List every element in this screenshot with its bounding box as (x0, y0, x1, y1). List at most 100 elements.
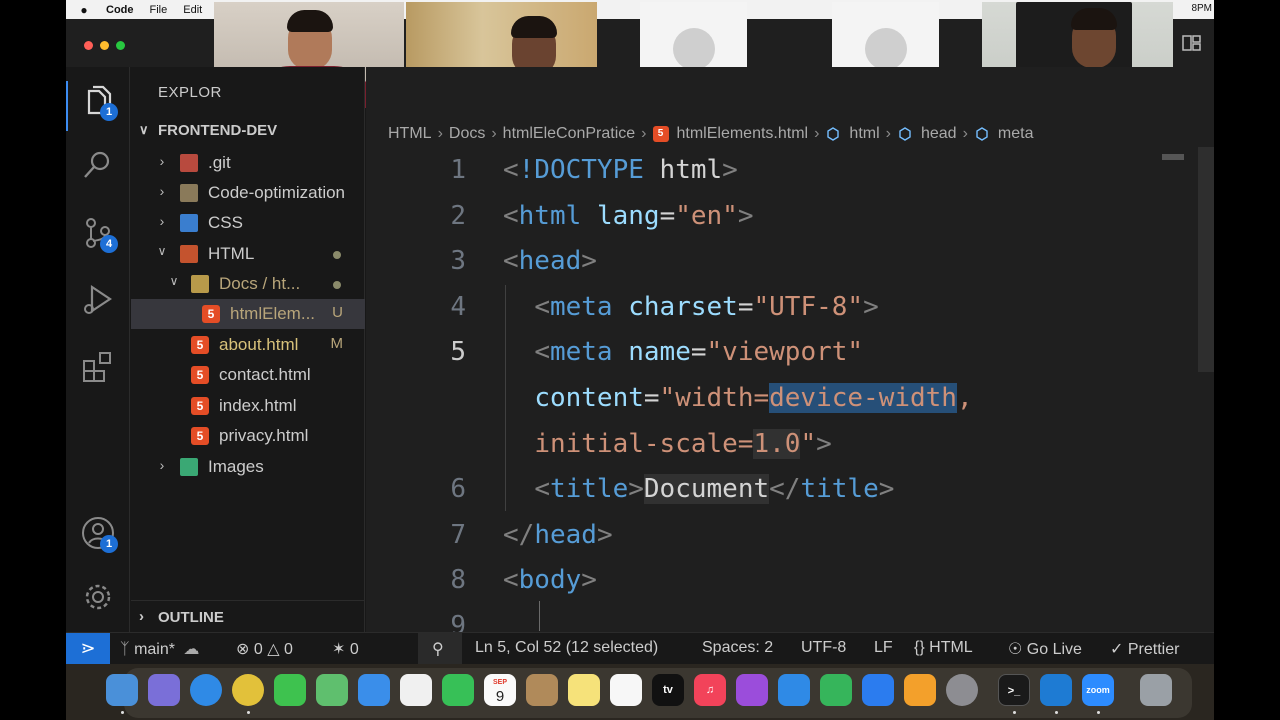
code-token: device-width (769, 383, 957, 413)
modified-dot-icon (333, 281, 341, 289)
vscode-icon[interactable] (1040, 674, 1072, 706)
notes-icon[interactable] (568, 674, 600, 706)
layout-icon[interactable] (1182, 34, 1202, 52)
terminal-icon[interactable]: >_ (998, 674, 1030, 706)
apple-tv-icon[interactable]: tv (652, 674, 684, 706)
breadcrumb-item[interactable]: htmlEleConPratice (503, 125, 636, 143)
problems-item[interactable]: ⊗ 0 △ 0 (236, 639, 293, 659)
vertical-scrollbar[interactable] (1198, 147, 1214, 372)
photos-icon[interactable] (400, 674, 432, 706)
zoom-app-icon[interactable]: zoom (1082, 674, 1114, 706)
contacts-icon[interactable] (526, 674, 558, 706)
code-text[interactable]: <!DOCTYPE html> (503, 147, 738, 193)
ports-item[interactable]: ✶ 0 (332, 639, 359, 659)
music-icon[interactable]: ♫ (694, 674, 726, 706)
breadcrumb-item[interactable]: Docs (449, 125, 485, 143)
code-editor[interactable]: HTML › Docs › htmlEleConPratice › 5 html… (366, 67, 1214, 641)
tree-item-images[interactable]: › Images (131, 452, 365, 482)
chrome-icon[interactable] (232, 674, 264, 706)
code-text[interactable]: </head> (503, 512, 613, 558)
app-store-icon[interactable] (862, 674, 894, 706)
code-line[interactable]: 1 <!DOCTYPE html> (366, 147, 1214, 193)
language-mode[interactable]: {} HTML (914, 639, 973, 657)
prettier-button[interactable]: ✓ Prettier (1110, 639, 1179, 659)
encoding-setting[interactable]: UTF-8 (801, 639, 846, 657)
tree-item-contact[interactable]: 5 contact.html (131, 360, 365, 390)
keynote-icon[interactable] (778, 674, 810, 706)
settings-gear-icon[interactable] (80, 579, 116, 615)
accounts-icon[interactable]: 1 (80, 515, 118, 553)
broadcast-icon: ☉ (1008, 641, 1023, 658)
explorer-icon[interactable]: 1 (80, 83, 118, 121)
tree-item-html[interactable]: ∨ HTML (131, 239, 365, 269)
code-text[interactable]: <head> (503, 238, 597, 284)
tree-item-css[interactable]: › CSS (131, 208, 365, 238)
reminders-icon[interactable] (610, 674, 642, 706)
code-line[interactable]: 5 <meta name="viewport" (366, 329, 1214, 375)
calendar-icon[interactable]: SEP 9 (484, 674, 516, 706)
menu-file[interactable]: File (150, 4, 168, 16)
eol-setting[interactable]: LF (874, 639, 893, 657)
code-text[interactable]: <meta name="viewport" (503, 329, 863, 375)
podcasts-icon[interactable] (736, 674, 768, 706)
close-window-button[interactable] (84, 41, 93, 50)
safari-icon[interactable] (190, 674, 222, 706)
trash-icon[interactable] (1140, 674, 1172, 706)
breadcrumb-item[interactable]: html (849, 125, 879, 143)
code-text[interactable]: <title>Document</title> (503, 466, 894, 512)
cursor-position[interactable]: Ln 5, Col 52 (12 selected) (475, 639, 658, 657)
code-line[interactable]: 8 <body> (366, 557, 1214, 603)
code-token: "UTF-8" (753, 291, 864, 322)
code-line[interactable]: 2 <html lang="en"> (366, 193, 1214, 239)
tree-item-index[interactable]: 5 index.html (131, 391, 365, 421)
search-icon[interactable] (80, 147, 116, 183)
tree-item-label: Code-optimization (208, 183, 346, 202)
minimize-window-button[interactable] (100, 41, 109, 50)
messages-icon[interactable] (274, 674, 306, 706)
extensions-icon[interactable] (80, 349, 116, 385)
code-line[interactable]: 6 <title>Document</title> (366, 466, 1214, 512)
launchpad-icon[interactable] (148, 674, 180, 706)
apple-menu-icon[interactable]: ● (78, 3, 90, 17)
zoom-segment[interactable]: ⚲ (418, 633, 462, 664)
numbers-icon[interactable] (820, 674, 852, 706)
breadcrumb-item[interactable]: htmlElements.html (677, 125, 809, 143)
code-line[interactable]: 7 </head> (366, 512, 1214, 558)
html-folder-icon (180, 245, 198, 263)
branch-item[interactable]: ᛉ main* ☁ (120, 639, 199, 659)
source-control-icon[interactable]: 4 (80, 215, 118, 253)
code-line[interactable]: initial-scale=1.0"> (366, 421, 1214, 467)
system-settings-icon[interactable] (946, 674, 978, 706)
zoom-window-button[interactable] (116, 41, 125, 50)
breadcrumb-item[interactable]: HTML (388, 125, 432, 143)
pages-icon[interactable] (904, 674, 936, 706)
menu-edit[interactable]: Edit (183, 4, 202, 16)
tree-item-privacy[interactable]: 5 privacy.html (131, 421, 365, 451)
run-debug-icon[interactable] (80, 281, 116, 317)
maps-icon[interactable] (316, 674, 348, 706)
tree-item-code-optimization[interactable]: › Code-optimization (131, 178, 365, 208)
go-live-button[interactable]: ☉ Go Live (1008, 639, 1082, 659)
tree-item-htmlelements[interactable]: 5 htmlElem... U (131, 299, 365, 329)
breadcrumb-item[interactable]: meta (998, 125, 1034, 143)
tree-item-docs[interactable]: ∨ Docs / ht... (131, 269, 365, 299)
tree-item-git[interactable]: › .git (131, 148, 365, 178)
code-text[interactable]: <body> (503, 557, 597, 603)
code-text[interactable]: content="width=device-width, (503, 375, 973, 421)
finder-icon[interactable] (106, 674, 138, 706)
code-line[interactable]: content="width=device-width, (366, 375, 1214, 421)
facetime-icon[interactable] (442, 674, 474, 706)
menu-app-name[interactable]: Code (106, 4, 134, 16)
indentation-setting[interactable]: Spaces: 2 (702, 639, 773, 657)
remote-indicator-icon[interactable]: ⋗ (66, 633, 110, 664)
code-text[interactable]: <html lang="en"> (503, 193, 754, 239)
code-line[interactable]: 3 <head> (366, 238, 1214, 284)
code-text[interactable]: <meta charset="UTF-8"> (503, 284, 878, 330)
mail-icon[interactable] (358, 674, 390, 706)
breadcrumb-item[interactable]: head (921, 125, 957, 143)
minimap-slider[interactable] (1162, 154, 1184, 160)
code-line[interactable]: 4 <meta charset="UTF-8"> (366, 284, 1214, 330)
code-text[interactable]: initial-scale=1.0"> (503, 421, 832, 467)
activity-bar: 1 4 1 (66, 67, 130, 632)
tree-item-about[interactable]: 5 about.html M (131, 330, 365, 360)
